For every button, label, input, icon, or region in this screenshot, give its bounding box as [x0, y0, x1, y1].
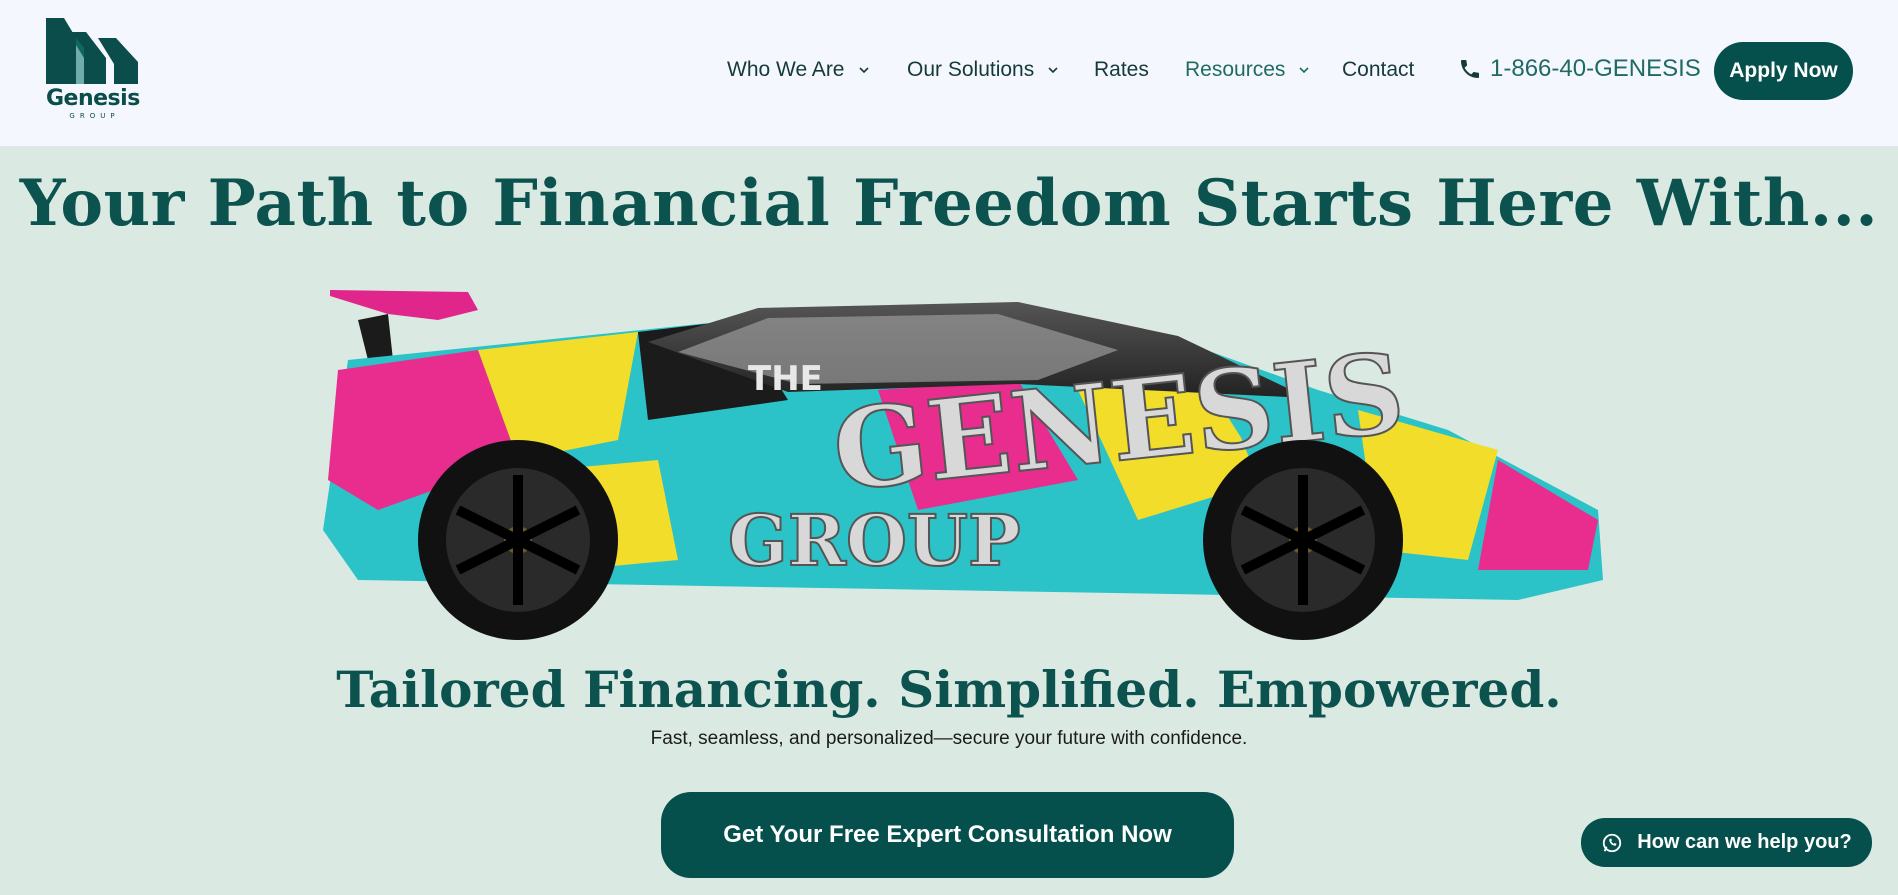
nav-label: Contact — [1342, 58, 1415, 81]
chat-help-button[interactable]: How can we help you? — [1581, 818, 1872, 867]
whatsapp-icon — [1603, 833, 1622, 852]
nav-our-solutions[interactable]: Our Solutions — [907, 58, 1058, 82]
logo-subtext: GROUP — [69, 112, 120, 120]
nav-rates[interactable]: Rates — [1094, 58, 1149, 82]
nav-label: Rates — [1094, 58, 1149, 81]
hero-title: Your Path to Financial Freedom Starts He… — [19, 166, 1879, 241]
svg-text:GROUP: GROUP — [728, 499, 1021, 582]
logo-wordmark: Genesis — [46, 86, 140, 111]
phone-icon — [1461, 60, 1479, 78]
genesis-logo-mark-icon — [46, 18, 138, 84]
hero-subtext: Fast, seamless, and personalized—secure … — [650, 728, 1248, 749]
svg-text:THE: THE — [748, 359, 823, 399]
site-header: Genesis GROUP Who We Are Our Solutions R… — [0, 0, 1898, 146]
chevron-down-icon — [1048, 67, 1058, 74]
nav-resources[interactable]: Resources — [1185, 58, 1309, 82]
nav-contact[interactable]: Contact — [1342, 58, 1414, 82]
chevron-down-icon — [1299, 67, 1309, 74]
phone-link[interactable]: 1-866-40-GENESIS — [1458, 55, 1701, 83]
apply-now-button[interactable]: Apply Now — [1714, 42, 1853, 100]
nav-who-we-are[interactable]: Who We Are — [727, 58, 869, 82]
chevron-down-icon — [858, 67, 869, 74]
nav-label: Resources — [1185, 58, 1286, 81]
nav-label: Who We Are — [727, 58, 845, 81]
genesis-logo[interactable]: Genesis GROUP — [46, 18, 140, 122]
nav-label: Our Solutions — [907, 58, 1035, 81]
free-consultation-button[interactable]: Get Your Free Expert Consultation Now — [661, 792, 1234, 878]
hero-tagline: Tailored Financing. Simplified. Empowere… — [336, 660, 1562, 719]
chat-help-label: How can we help you? — [1637, 831, 1852, 853]
graffiti-sports-car-image: GENESIS THE GROUP — [323, 290, 1603, 640]
phone-number: 1-866-40-GENESIS — [1490, 55, 1701, 82]
